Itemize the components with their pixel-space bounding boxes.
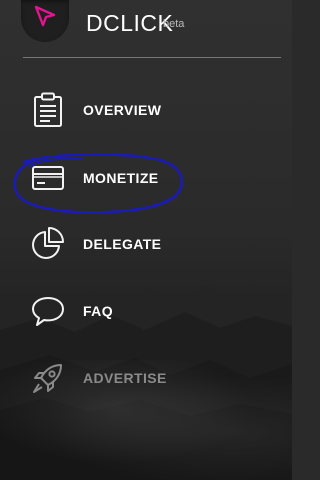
beta-badge: beta: [163, 18, 185, 30]
credit-card-icon: [28, 158, 68, 198]
pie-chart-icon: [28, 224, 68, 264]
sidebar-item-faq[interactable]: FAQ: [28, 289, 268, 333]
sidebar-item-delegate[interactable]: DELEGATE: [28, 222, 268, 266]
sidebar-item-overview[interactable]: OVERVIEW: [28, 88, 268, 132]
sidebar-item-label: OVERVIEW: [83, 102, 162, 118]
sidebar-item-label: ADVERTISE: [83, 370, 167, 386]
sidebar-item-label: FAQ: [83, 303, 113, 319]
header-divider: [23, 57, 281, 58]
sidebar-item-label: MONETIZE: [83, 170, 159, 186]
speech-bubble-icon: [28, 291, 68, 331]
brand-name: DCLICK: [86, 10, 174, 36]
rocket-icon: [28, 358, 68, 398]
sidebar-item-advertise[interactable]: ADVERTISE: [28, 356, 268, 400]
cursor-logo-icon: [34, 5, 56, 27]
sidebar-item-label: DELEGATE: [83, 236, 162, 252]
clipboard-icon: [28, 90, 68, 130]
logo[interactable]: [21, 0, 69, 42]
header: DCLICK beta: [0, 0, 292, 56]
sidebar-item-monetize[interactable]: MONETIZE: [28, 156, 268, 200]
